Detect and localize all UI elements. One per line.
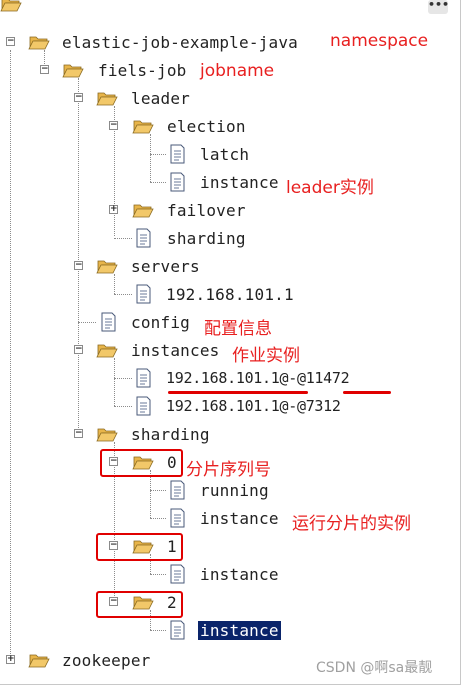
tree-node-label: instances <box>131 341 220 360</box>
tree-node-label: elastic-job-example-java <box>62 33 298 52</box>
tree-node-label: servers <box>131 257 200 276</box>
collapse-icon[interactable]: − <box>74 93 83 102</box>
annotation-shard-seq: 分片序列号 <box>186 460 271 480</box>
tree-node-label: failover <box>167 201 246 220</box>
file-icon <box>136 368 151 388</box>
file-icon <box>136 396 151 416</box>
file-icon <box>136 228 151 248</box>
folder-open-icon <box>0 0 22 12</box>
tree-node-shard1-instance[interactable]: instance <box>0 564 460 586</box>
expand-icon[interactable]: + <box>6 655 15 664</box>
tree-node-leader-sharding[interactable]: sharding <box>0 228 460 250</box>
tree-node-shard-2[interactable]: − 2 <box>0 592 460 614</box>
folder-open-icon <box>132 120 154 134</box>
tree-node-label: 192.168.101.1 <box>166 285 294 304</box>
tree-node-election-instance[interactable]: instance <box>0 172 460 194</box>
file-icon <box>170 144 185 164</box>
highlight-box-shard-2 <box>96 591 183 618</box>
folder-icon <box>132 204 154 218</box>
folder-open-icon <box>96 260 118 274</box>
collapse-icon[interactable]: − <box>74 261 83 270</box>
tree-node-label: fiels-job <box>98 61 187 80</box>
collapse-icon[interactable]: − <box>109 121 118 130</box>
annotation-running-shard-instance: 运行分片的实例 <box>292 514 411 534</box>
folder-open-icon <box>96 428 118 442</box>
annotation-leader-instance: leader实例 <box>286 178 374 198</box>
folder-open-icon <box>96 92 118 106</box>
highlight-underline-pid <box>343 391 391 394</box>
tree-node-label: instance <box>200 509 279 528</box>
file-icon <box>170 564 185 584</box>
annotation-config-info: 配置信息 <box>204 319 272 339</box>
file-icon <box>101 312 116 332</box>
tree-node-instances[interactable]: − instances <box>0 340 460 362</box>
folder-open-icon <box>96 344 118 358</box>
file-icon <box>170 508 185 528</box>
tree-node-server-ip[interactable]: 192.168.101.1 <box>0 284 460 306</box>
tree-node-label: election <box>167 117 246 136</box>
tree-node-servers[interactable]: − servers <box>0 256 460 278</box>
tree-node-shard0-running[interactable]: running <box>0 480 460 502</box>
tree-node-label: sharding <box>131 425 210 444</box>
folder-open-icon <box>62 64 84 78</box>
tree-node-label: 192.168.101.1@-@7312 <box>166 397 341 415</box>
file-icon <box>170 620 185 640</box>
annotation-job-instance: 作业实例 <box>232 346 300 366</box>
tree-node-election[interactable]: − election <box>0 116 460 138</box>
expand-icon[interactable]: + <box>109 205 118 214</box>
tree-node-label: sharding <box>167 229 246 248</box>
annotation-namespace: namespace <box>330 31 429 51</box>
tree-node-instance-2[interactable]: 192.168.101.1@-@7312 <box>0 396 460 418</box>
tree-node-label: 192.168.101.1@-@11472 <box>166 369 350 387</box>
watermark: CSDN @啊sa最靓 <box>316 660 433 676</box>
file-icon <box>136 284 151 304</box>
file-icon <box>170 172 185 192</box>
tree-node-latch[interactable]: latch <box>0 144 460 166</box>
tree-node-label: zookeeper <box>62 651 151 670</box>
tree-node-shard2-instance[interactable]: instance <box>0 620 460 642</box>
tree-node-leader[interactable]: − leader <box>0 88 460 110</box>
tree-node-label: config <box>131 313 190 332</box>
more-menu-button[interactable]: ••• <box>428 0 449 14</box>
highlight-box-shard-1 <box>96 533 183 561</box>
tree-node-shard-1[interactable]: − 1 <box>0 536 460 558</box>
tree-node-instance-1[interactable]: 192.168.101.1@-@11472 <box>0 368 460 390</box>
highlight-box-shard-0 <box>100 449 183 477</box>
tree-node-label: leader <box>131 89 190 108</box>
tree-node-label: running <box>200 481 269 500</box>
collapse-icon[interactable]: − <box>74 429 83 438</box>
tree-node-label-selected: instance <box>198 621 281 640</box>
tree-node-label: instance <box>200 173 279 192</box>
file-icon <box>170 480 185 500</box>
highlight-underline-ip <box>168 391 308 394</box>
tree-node-label: latch <box>200 145 250 164</box>
annotation-jobname: jobname <box>200 61 275 81</box>
tree-node-label: instance <box>200 565 279 584</box>
collapse-icon[interactable]: − <box>40 65 49 74</box>
collapse-icon[interactable]: − <box>74 345 83 354</box>
folder-open-icon <box>28 36 50 50</box>
folder-icon <box>28 654 50 668</box>
collapse-icon[interactable]: − <box>6 37 15 46</box>
tree-node-failover[interactable]: + failover <box>0 200 460 222</box>
tree-node-sharding[interactable]: − sharding <box>0 424 460 446</box>
